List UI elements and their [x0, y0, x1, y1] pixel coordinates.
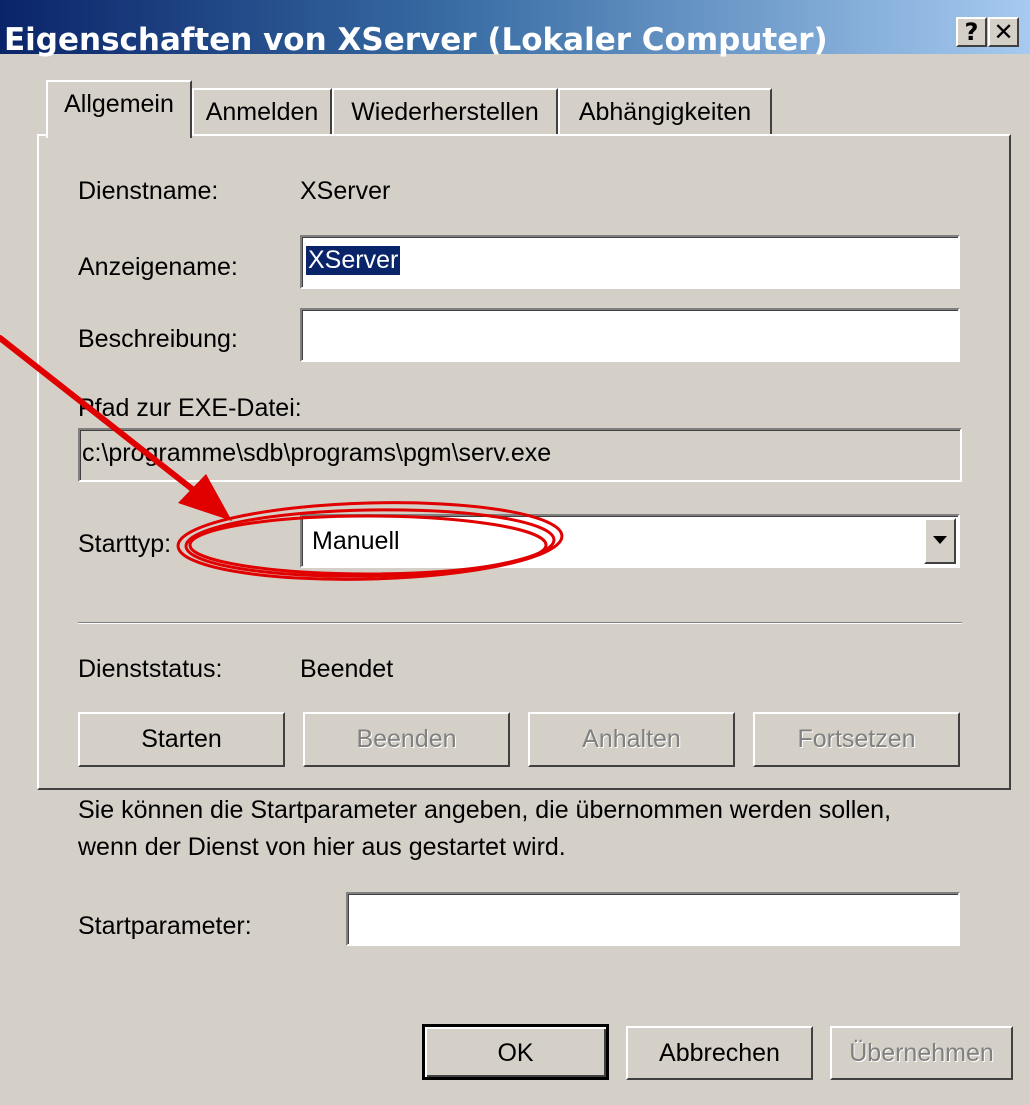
- status-label: Dienststatus:: [78, 655, 223, 683]
- stop-service-button[interactable]: Beenden: [303, 712, 510, 767]
- display-name-label: Anzeigename:: [78, 253, 238, 281]
- start-service-button[interactable]: Starten: [78, 712, 285, 767]
- start-params-label: Startparameter:: [78, 912, 252, 940]
- start-params-input[interactable]: [346, 892, 960, 946]
- hint-text-line1: Sie können die Startparameter angeben, d…: [78, 796, 892, 824]
- display-name-input[interactable]: XServer: [300, 235, 960, 289]
- status-value: Beendet: [300, 655, 394, 683]
- hint-text-line2: wenn der Dienst von hier aus gestartet w…: [78, 833, 566, 861]
- description-label: Beschreibung:: [78, 325, 238, 353]
- service-name-label: Dienstname:: [78, 177, 219, 205]
- description-input[interactable]: [300, 308, 960, 362]
- exe-path-label: Pfad zur EXE-Datei:: [78, 394, 302, 422]
- chevron-down-icon: [933, 536, 947, 544]
- start-type-select[interactable]: Manuell: [300, 514, 960, 568]
- pause-service-button[interactable]: Anhalten: [528, 712, 735, 767]
- display-name-selected-text: XServer: [306, 246, 401, 275]
- start-type-label: Starttyp:: [78, 530, 172, 558]
- dropdown-button[interactable]: [924, 518, 956, 564]
- service-name-value: XServer: [300, 177, 391, 205]
- properties-dialog: Eigenschaften von XServer (Lokaler Compu…: [0, 0, 1030, 1105]
- exe-path-field: c:\programme\sdb\programs\pgm\serv.exe: [78, 428, 962, 482]
- separator: [78, 622, 962, 624]
- start-type-value: Manuell: [312, 527, 400, 555]
- resume-service-button[interactable]: Fortsetzen: [753, 712, 960, 767]
- exe-path-value: c:\programme\sdb\programs\pgm\serv.exe: [82, 439, 552, 467]
